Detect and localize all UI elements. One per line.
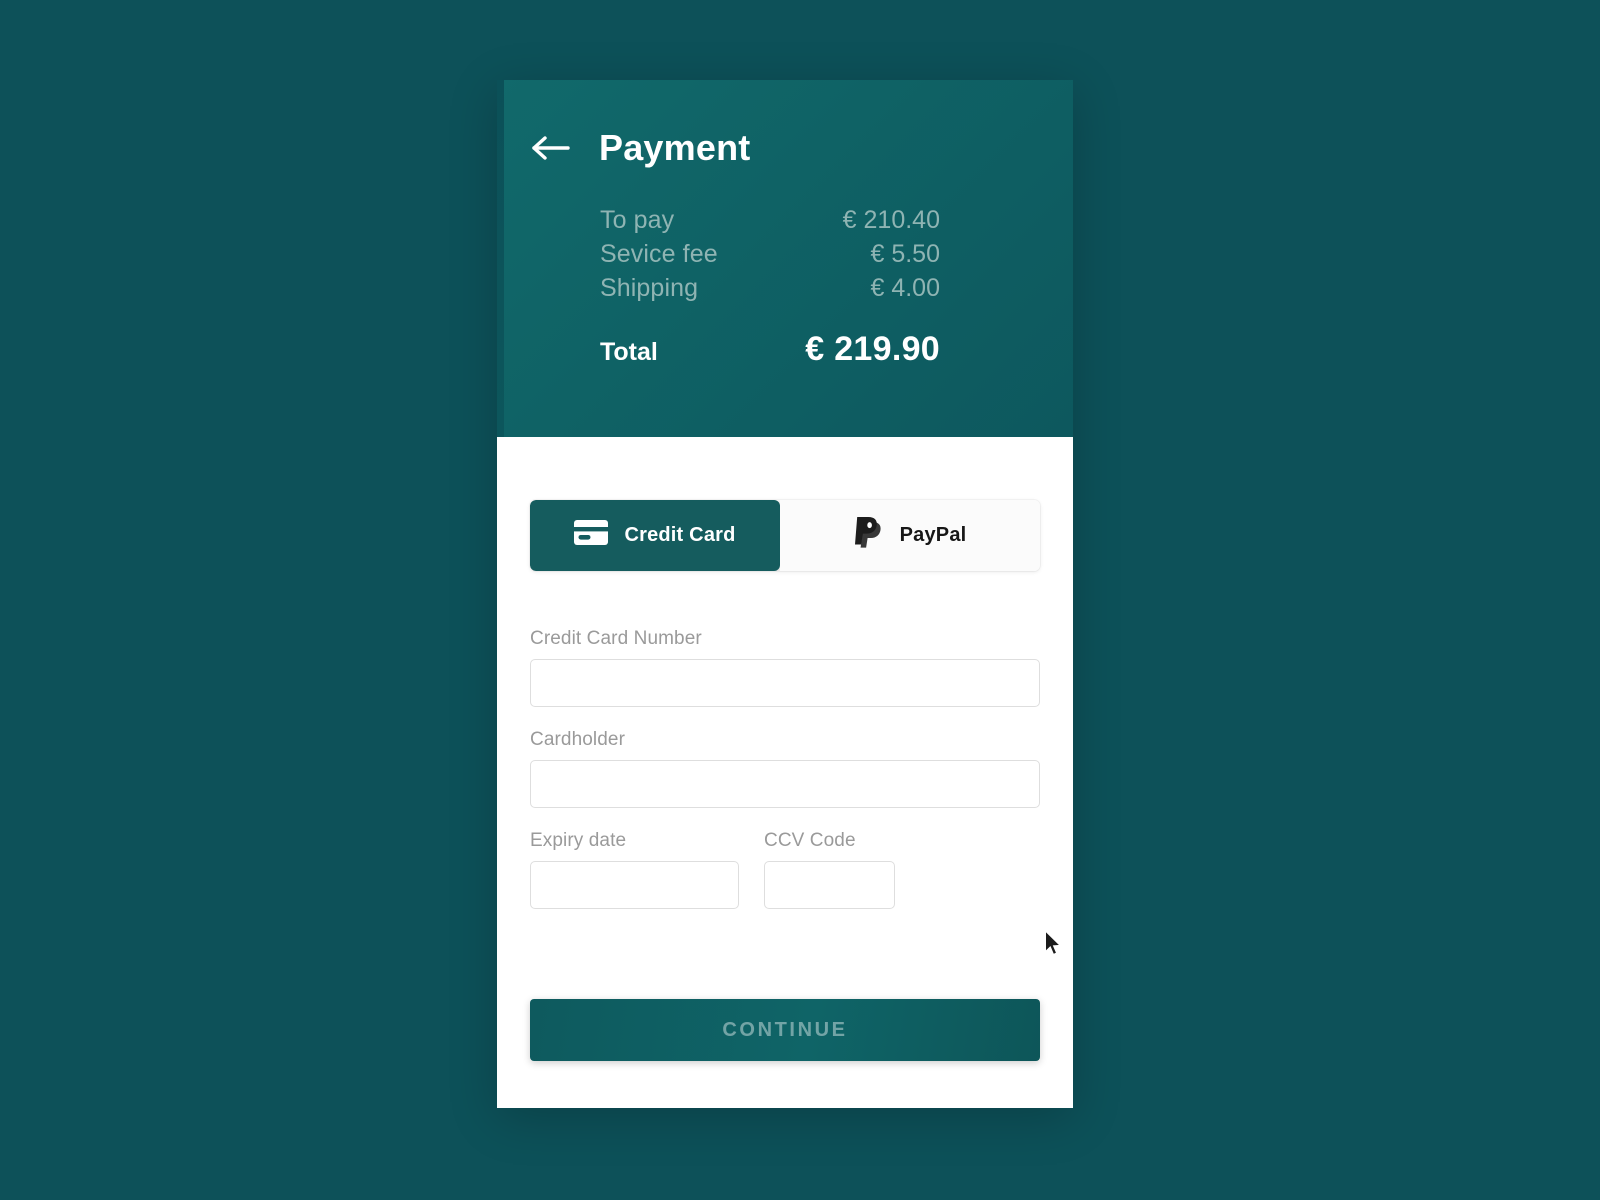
card-number-label: Credit Card Number (530, 628, 702, 649)
cardholder-input[interactable] (530, 760, 1040, 808)
credit-card-fields: Credit Card Number Cardholder Expiry dat… (530, 628, 1040, 931)
expiry-date-label: Expiry date (530, 830, 627, 851)
tab-credit-card[interactable]: Credit Card (530, 500, 780, 571)
summary-row-total: Total € 219.90 (600, 330, 940, 369)
summary-value: € 210.40 (842, 206, 940, 234)
page-title: Payment (599, 127, 751, 168)
payment-form-panel: Credit Card PayPal Credit Card Number Ca… (497, 437, 1073, 1108)
ccv-code-label: CCV Code (764, 830, 856, 851)
field-expiry-date: Expiry date (530, 830, 739, 909)
tab-paypal[interactable]: PayPal (780, 500, 1040, 571)
tab-paypal-label: PayPal (899, 524, 967, 546)
cardholder-label: Cardholder (530, 729, 625, 750)
summary-value: € 4.00 (870, 274, 940, 302)
back-arrow-icon[interactable] (530, 130, 574, 166)
order-summary-amounts: To pay € 210.40 Sevice fee € 5.50 Shippi… (600, 203, 940, 369)
summary-value: € 5.50 (870, 240, 940, 268)
header-titlebar: Payment (497, 80, 1073, 169)
summary-label: Sevice fee (600, 240, 718, 268)
total-value: € 219.90 (805, 330, 940, 368)
summary-row-to-pay: To pay € 210.40 (600, 203, 940, 237)
field-card-number: Credit Card Number (530, 628, 1040, 707)
total-label: Total (600, 338, 658, 366)
tab-credit-card-label: Credit Card (624, 524, 736, 546)
summary-row-shipping: Shipping € 4.00 (600, 271, 940, 305)
credit-card-icon (574, 520, 609, 551)
field-ccv-code: CCV Code (764, 830, 895, 909)
summary-row-service-fee: Sevice fee € 5.50 (600, 237, 940, 271)
expiry-ccv-row: Expiry date CCV Code (530, 830, 1040, 931)
card-number-input[interactable] (530, 659, 1040, 707)
expiry-date-input[interactable] (530, 861, 739, 909)
paypal-icon (854, 516, 884, 555)
continue-button[interactable]: CONTINUE (530, 999, 1040, 1061)
payment-summary-header: Payment To pay € 210.40 Sevice fee € 5.5… (497, 80, 1073, 437)
summary-label: Shipping (600, 274, 699, 302)
payment-card: Payment To pay € 210.40 Sevice fee € 5.5… (497, 80, 1073, 1108)
summary-label: To pay (600, 206, 675, 234)
field-cardholder: Cardholder (530, 729, 1040, 808)
ccv-code-input[interactable] (764, 861, 895, 909)
payment-method-tabs: Credit Card PayPal (530, 500, 1040, 571)
